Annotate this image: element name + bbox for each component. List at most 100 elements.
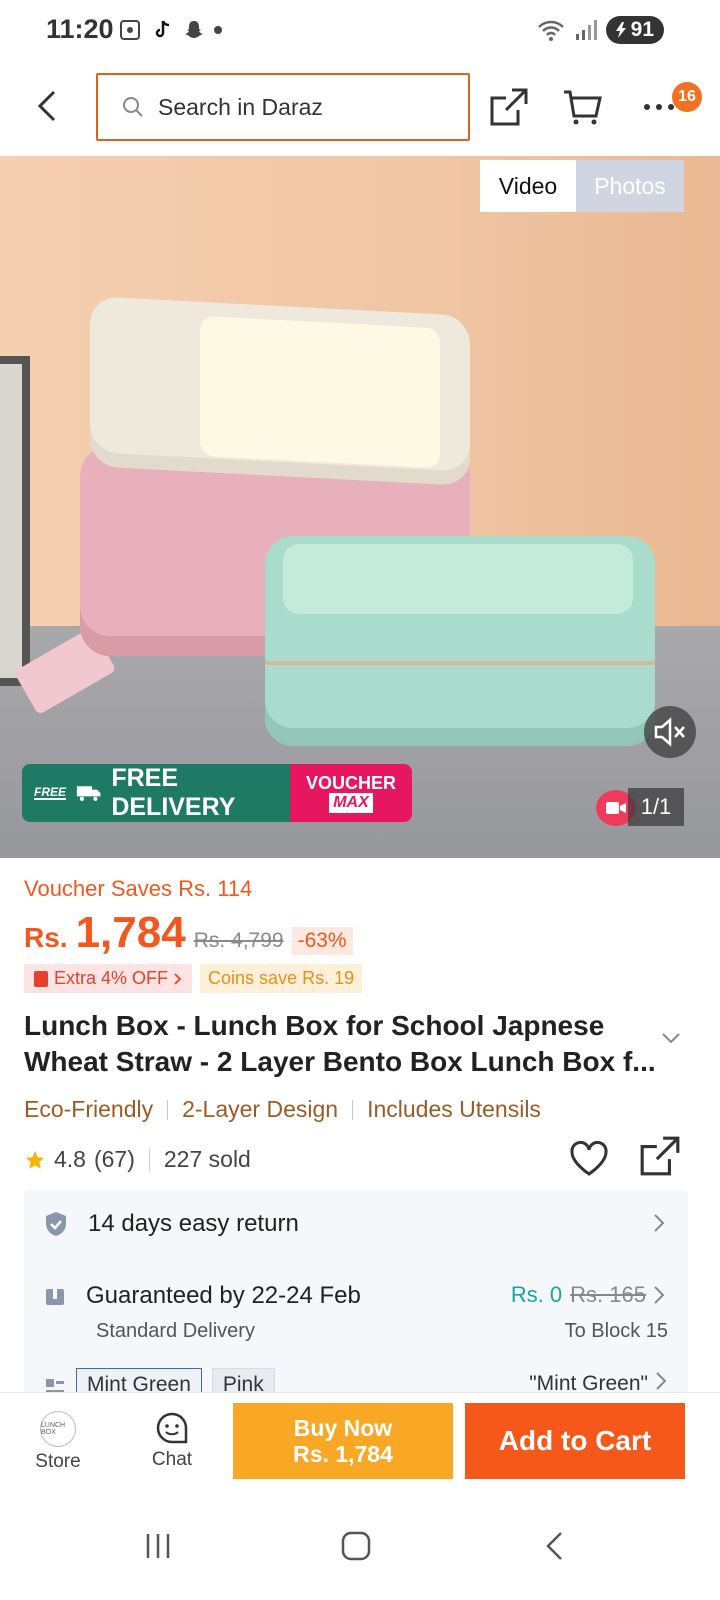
promo-chips: Extra 4% OFF Coins save Rs. 19 <box>24 964 363 993</box>
delivery-guarantee: Guaranteed by 22-24 Feb <box>86 1282 361 1309</box>
status-system-icons: 91 <box>536 16 664 44</box>
share-icon <box>640 1136 680 1176</box>
chat-button[interactable]: Chat <box>144 1411 200 1471</box>
search-header: Search in Daraz 16 <box>0 62 720 156</box>
share-icon <box>490 88 528 126</box>
media-toggle: Video Photos <box>480 160 684 212</box>
system-nav-bar <box>0 1492 720 1600</box>
status-time: 11:20 <box>46 14 114 44</box>
promo-banner: FREE FREE DELIVERY VOUCHER MAX <box>22 764 412 822</box>
original-price: Rs. 4,799 <box>193 929 284 952</box>
delivery-fee-original: Rs. 165 <box>570 1282 646 1307</box>
buy-now-price: Rs. 1,784 <box>293 1441 393 1467</box>
return-policy-row[interactable]: 14 days easy return <box>44 1210 299 1238</box>
volume-mute-icon <box>654 717 685 747</box>
store-label: Store <box>35 1451 81 1472</box>
feature-tags: Eco-Friendly 2-Layer Design Includes Ute… <box>24 1096 541 1123</box>
cart-icon <box>564 90 602 125</box>
voucher-saves-text: Voucher Saves Rs. 114 <box>24 876 253 901</box>
return-chevron[interactable] <box>654 1214 665 1237</box>
free-delivery-badge: FREE FREE DELIVERY <box>22 764 290 822</box>
tab-video[interactable]: Video <box>480 160 576 212</box>
back-icon <box>546 1532 562 1560</box>
delivery-type: Standard Delivery <box>96 1320 255 1342</box>
charging-icon <box>615 22 626 38</box>
snapchat-icon <box>185 21 203 38</box>
sold-count: 227 sold <box>163 1146 251 1172</box>
add-to-cart-button[interactable]: Add to Cart <box>465 1403 685 1479</box>
store-button[interactable]: LUNCH BOX Store <box>30 1411 86 1473</box>
home-icon <box>341 1531 371 1561</box>
feature-tag: 2-Layer Design <box>182 1096 339 1122</box>
delivery-fee-current: Rs. 0 <box>510 1282 563 1307</box>
delivery-box-icon <box>46 1289 64 1305</box>
buy-now-button[interactable]: Buy Now Rs. 1,784 <box>233 1403 453 1479</box>
share-button[interactable] <box>484 82 534 132</box>
more-notifications-dot <box>214 26 222 34</box>
rating-row[interactable]: 4.8 (67) 227 sold <box>24 1146 251 1173</box>
product-media[interactable]: Video Photos FREE FREE DELIVERY VOUCHER … <box>0 156 720 858</box>
discount-badge: -63% <box>291 927 353 955</box>
buy-now-label: Buy Now <box>293 1415 393 1441</box>
home-button[interactable] <box>326 1524 386 1568</box>
star-icon <box>25 1150 45 1169</box>
return-policy-text: 14 days easy return <box>88 1210 299 1237</box>
service-info-card: 14 days easy return Guaranteed by 22-24 … <box>24 1190 688 1400</box>
add-to-cart-label: Add to Cart <box>498 1425 652 1456</box>
free-delivery-label: FREE DELIVERY <box>111 764 236 821</box>
notification-badge: 16 <box>672 82 702 112</box>
media-page-counter: 1/1 <box>628 788 684 826</box>
chevron-left-icon <box>37 90 56 122</box>
search-icon <box>123 97 143 117</box>
search-input[interactable]: Search in Daraz <box>96 73 470 141</box>
chevron-right-icon <box>654 1286 664 1304</box>
tab-photos[interactable]: Photos <box>576 160 684 212</box>
coins-save-chip: Coins save Rs. 19 <box>200 964 363 993</box>
share-product-button[interactable] <box>638 1134 684 1180</box>
wifi-icon <box>537 20 564 41</box>
product-title[interactable]: Lunch Box - Lunch Box for School Japnese… <box>24 1008 664 1080</box>
status-bar: 11:20 91 <box>0 0 720 62</box>
status-notification-icons <box>118 18 222 42</box>
rating-value: 4.8 <box>54 1146 86 1172</box>
tiktok-icon <box>155 20 170 38</box>
expand-title-button[interactable] <box>662 1030 680 1048</box>
chevron-down-icon <box>662 1033 680 1044</box>
free-tag: FREE <box>34 785 67 800</box>
feature-tag: Includes Utensils <box>367 1096 541 1122</box>
delivery-row[interactable]: Guaranteed by 22-24 Feb <box>44 1282 361 1310</box>
store-logo: LUNCH BOX <box>40 1411 76 1447</box>
screen-recorder-icon <box>120 20 140 40</box>
battery-level: 91 <box>630 18 654 41</box>
search-placeholder: Search in Daraz <box>158 93 323 120</box>
mute-button[interactable] <box>644 706 696 758</box>
chat-label: Chat <box>151 1449 193 1470</box>
shield-check-icon <box>46 1212 66 1236</box>
delivery-destination: To Block 15 <box>564 1320 668 1342</box>
back-button[interactable] <box>30 84 64 128</box>
wishlist-button[interactable] <box>568 1138 610 1180</box>
lunch-box-mint <box>265 536 655 746</box>
chevron-right-icon <box>174 972 182 985</box>
cart-button[interactable] <box>558 82 608 132</box>
signal-icon <box>575 20 597 40</box>
system-back-button[interactable] <box>524 1524 584 1568</box>
picture-frame <box>0 356 30 686</box>
bottom-action-bar: LUNCH BOX Store Chat Buy Now Rs. 1,784 A… <box>0 1392 720 1492</box>
coupon-icon <box>34 970 48 987</box>
lunch-box-white <box>90 296 470 486</box>
current-price: 1,784 <box>75 908 186 957</box>
price-currency: Rs. <box>24 922 68 953</box>
chevron-right-icon <box>654 1214 665 1232</box>
heart-icon <box>570 1141 608 1176</box>
recent-apps-icon <box>146 1534 170 1558</box>
delivery-truck-icon <box>76 786 101 802</box>
feature-tag: Eco-Friendly <box>24 1096 154 1122</box>
recent-apps-button[interactable] <box>128 1524 188 1568</box>
chevron-right-icon <box>656 1372 666 1390</box>
chat-icon <box>156 1412 188 1444</box>
battery-indicator: 91 <box>605 16 664 44</box>
delivery-fee[interactable]: Rs. 0 Rs. 165 <box>511 1282 664 1308</box>
more-icon <box>644 104 674 110</box>
extra-off-chip[interactable]: Extra 4% OFF <box>24 964 193 993</box>
